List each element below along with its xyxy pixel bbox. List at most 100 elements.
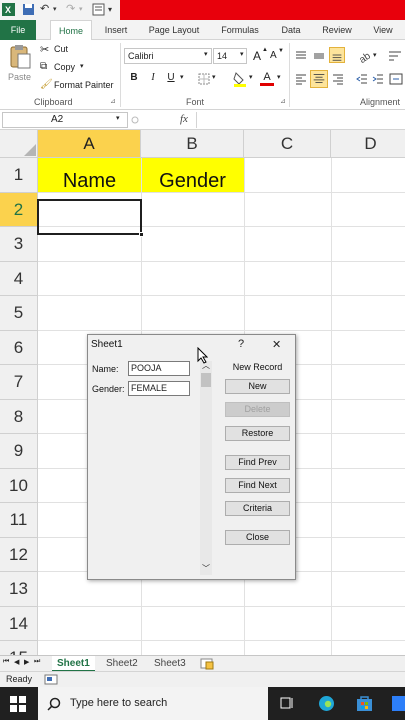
first-sheet-icon[interactable]: ⏮ — [3, 658, 9, 666]
windows-start-icon[interactable] — [10, 696, 26, 712]
store-icon[interactable] — [356, 695, 373, 712]
tab-home[interactable]: Home — [50, 20, 92, 41]
next-sheet-icon[interactable]: ▶ — [24, 658, 29, 666]
redo-icon[interactable]: ↷ — [66, 3, 79, 16]
font-size-dropdown-icon[interactable]: ▾ — [240, 50, 244, 58]
tab-review[interactable]: Review — [316, 20, 358, 40]
row-header[interactable]: 11 — [0, 503, 38, 538]
prev-sheet-icon[interactable]: ◀ — [14, 658, 19, 666]
cell-b1[interactable]: Gender — [141, 170, 244, 193]
find-prev-button[interactable]: Find Prev — [225, 455, 290, 470]
row-header[interactable]: 1 — [0, 158, 38, 193]
sheet-tab-sheet1[interactable]: Sheet1 — [52, 656, 95, 672]
merge-center-icon[interactable] — [389, 73, 403, 85]
format-painter-button[interactable]: Format Painter — [54, 80, 114, 90]
align-middle-icon[interactable] — [313, 50, 325, 62]
new-button[interactable]: New — [225, 379, 290, 394]
insert-function-icon[interactable]: fx — [180, 113, 188, 125]
macro-record-icon[interactable] — [44, 674, 58, 685]
row-header[interactable]: 6 — [0, 330, 38, 365]
grow-font-button[interactable]: A — [253, 49, 261, 63]
copy-dropdown-icon[interactable]: ▾ — [80, 62, 84, 70]
tab-file[interactable]: File — [0, 20, 36, 40]
scroll-down-icon[interactable]: ﹀ — [200, 564, 212, 574]
row-header[interactable]: 13 — [0, 572, 38, 607]
clipboard-launcher-icon[interactable]: ⊿ — [110, 97, 116, 105]
name-field[interactable]: POOJA — [128, 361, 190, 376]
fill-handle[interactable] — [139, 232, 144, 237]
save-icon[interactable] — [22, 3, 35, 16]
paste-button[interactable]: Paste — [8, 72, 31, 82]
fill-color-icon[interactable] — [233, 71, 247, 87]
fill-color-dropdown-icon[interactable]: ▾ — [249, 73, 253, 81]
borders-dropdown-icon[interactable]: ▾ — [212, 73, 216, 81]
restore-button[interactable]: Restore — [225, 426, 290, 441]
wrap-text-icon[interactable] — [388, 49, 402, 63]
delete-button[interactable]: Delete — [225, 402, 290, 417]
align-right-icon[interactable] — [332, 73, 344, 85]
align-bottom-icon[interactable] — [329, 47, 345, 63]
tab-formulas[interactable]: Formulas — [214, 20, 266, 40]
help-button[interactable]: ? — [238, 338, 244, 350]
row-header[interactable]: 15 — [0, 641, 38, 655]
row-header[interactable]: 2 — [0, 192, 38, 227]
last-sheet-icon[interactable]: ⏭ — [34, 658, 40, 666]
align-center-icon[interactable] — [310, 70, 328, 88]
orientation-icon[interactable]: ab — [357, 49, 371, 63]
close-icon[interactable]: ✕ — [272, 338, 281, 351]
column-header-b[interactable]: B — [141, 130, 244, 158]
task-view-icon[interactable] — [280, 696, 294, 710]
tab-view[interactable]: View — [366, 20, 400, 40]
font-name-dropdown-icon[interactable]: ▾ — [204, 50, 208, 58]
record-scrollbar[interactable] — [200, 361, 212, 575]
row-header[interactable]: 3 — [0, 227, 38, 262]
close-button[interactable]: Close — [225, 530, 290, 545]
row-header[interactable]: 10 — [0, 468, 38, 503]
sheet-tab-sheet3[interactable]: Sheet3 — [149, 656, 191, 672]
borders-icon[interactable] — [198, 73, 210, 85]
italic-button[interactable]: I — [146, 71, 160, 85]
active-cell-a2[interactable] — [37, 199, 142, 235]
decrease-indent-icon[interactable] — [356, 73, 368, 85]
edge-browser-icon[interactable] — [318, 695, 335, 712]
name-box[interactable]: A2 — [2, 112, 128, 128]
taskbar-app-icon[interactable] — [392, 695, 405, 712]
undo-icon[interactable]: ↶ — [40, 3, 53, 16]
criteria-button[interactable]: Criteria — [225, 501, 290, 516]
font-color-dropdown-icon[interactable]: ▾ — [277, 73, 281, 81]
orientation-dropdown-icon[interactable]: ▾ — [373, 51, 377, 59]
formula-input[interactable] — [196, 112, 405, 128]
font-color-button[interactable]: A — [260, 71, 274, 86]
shrink-font-button[interactable]: A — [270, 50, 277, 61]
paste-icon[interactable] — [8, 44, 32, 70]
tab-data[interactable]: Data — [274, 20, 308, 40]
copy-button[interactable]: Copy — [54, 62, 75, 72]
cut-button[interactable]: Cut — [54, 44, 68, 54]
row-header[interactable]: 7 — [0, 365, 38, 400]
column-header-d[interactable]: D — [331, 130, 405, 158]
column-header-a[interactable]: A — [38, 130, 141, 158]
align-left-icon[interactable] — [295, 73, 307, 85]
row-header[interactable]: 5 — [0, 296, 38, 331]
align-top-icon[interactable] — [295, 50, 307, 62]
tab-insert[interactable]: Insert — [96, 20, 136, 40]
sheet-tab-sheet2[interactable]: Sheet2 — [101, 656, 143, 672]
tab-page-layout[interactable]: Page Layout — [142, 20, 206, 40]
underline-dropdown-icon[interactable]: ▾ — [180, 73, 184, 81]
font-name-combo[interactable]: Calibri — [124, 48, 212, 64]
form-icon[interactable] — [92, 3, 105, 16]
font-launcher-icon[interactable]: ⊿ — [280, 97, 286, 105]
name-box-dropdown-icon[interactable]: ▾ — [116, 114, 120, 122]
scroll-thumb[interactable] — [201, 373, 211, 387]
new-sheet-icon[interactable] — [200, 658, 214, 670]
row-header[interactable]: 14 — [0, 606, 38, 641]
row-header[interactable]: 9 — [0, 434, 38, 469]
redo-dropdown-icon[interactable]: ▾ — [79, 3, 92, 16]
cell-a1[interactable]: Name — [38, 170, 141, 193]
taskbar-search-input[interactable]: Type here to search — [70, 697, 167, 709]
column-header-c[interactable]: C — [244, 130, 331, 158]
row-header[interactable]: 12 — [0, 537, 38, 572]
increase-indent-icon[interactable] — [372, 73, 384, 85]
underline-button[interactable]: U — [164, 71, 178, 85]
row-header[interactable]: 8 — [0, 399, 38, 434]
